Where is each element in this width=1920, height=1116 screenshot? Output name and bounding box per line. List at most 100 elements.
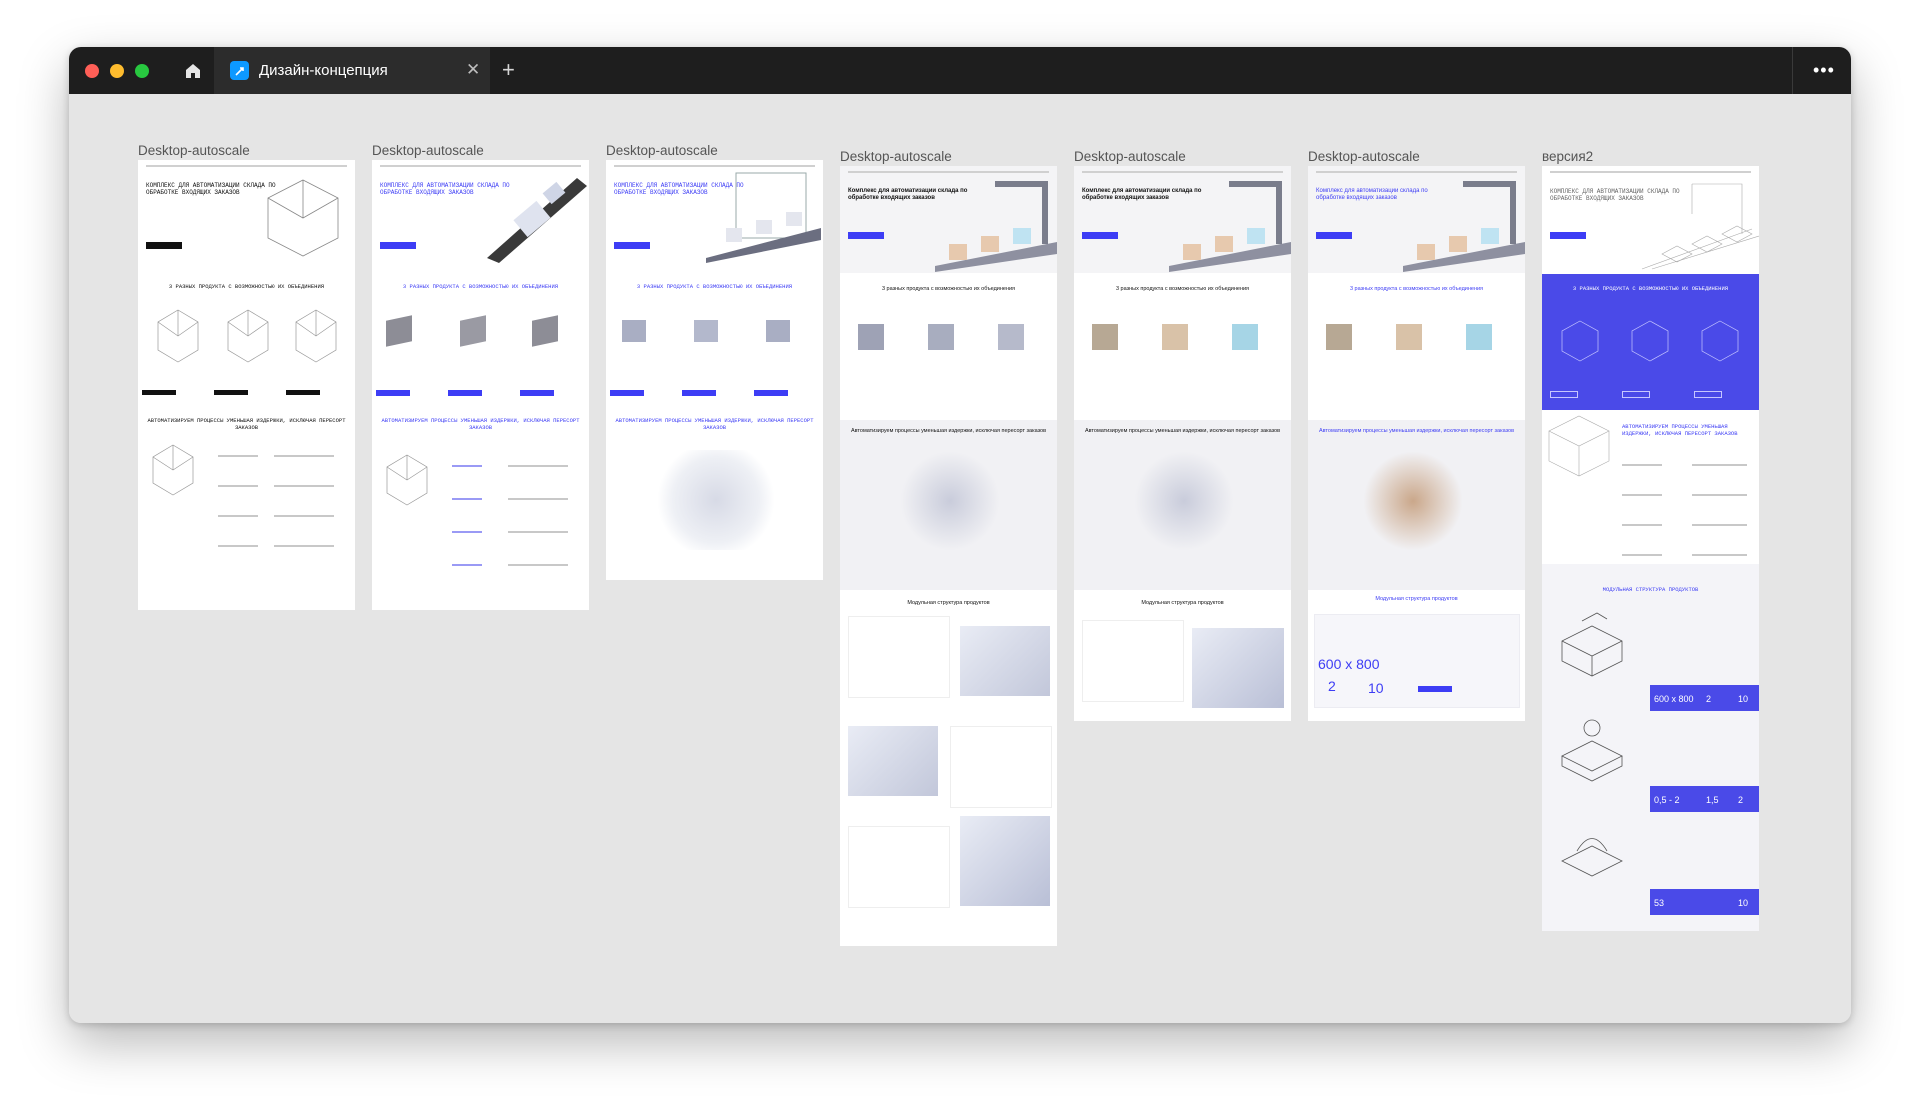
frame-desktop-4[interactable]: Комплекс для автоматизации склада по обр…: [840, 166, 1057, 946]
nav-bar: [614, 165, 815, 167]
frame-label: Desktop-autoscale: [1074, 149, 1186, 164]
product-image: [858, 324, 884, 350]
product-image: [532, 315, 558, 347]
app-window: Дизайн-концепция ✕ + ••• Desktop-autosca…: [69, 47, 1851, 1023]
frame-desktop-6[interactable]: Комплекс для автоматизации склада по обр…: [1308, 166, 1525, 721]
home-icon[interactable]: [177, 57, 209, 85]
product-image: [998, 324, 1024, 350]
frame-label: Desktop-autoscale: [138, 143, 250, 158]
stat-size: 600 x 800: [1318, 656, 1380, 672]
nav-bar: [146, 165, 347, 167]
section-title: Автоматизируем процессы уменьшая издержк…: [1318, 428, 1515, 434]
frame-label: Desktop-autoscale: [606, 143, 718, 158]
tab-design-concept[interactable]: Дизайн-концепция ✕: [214, 47, 490, 94]
packer-illustration: [1561, 838, 1623, 877]
module-card: [848, 826, 950, 908]
cta-button[interactable]: [146, 242, 182, 249]
module-card: [1082, 620, 1184, 702]
product-image: [928, 324, 954, 350]
stat-value: 10: [1738, 898, 1749, 908]
section-title: Автоматизируем процессы уменьшая издержк…: [850, 428, 1047, 434]
product-image: [848, 726, 938, 796]
product-button[interactable]: [1622, 391, 1650, 398]
title-bar: Дизайн-концепция ✕ + •••: [69, 47, 1851, 94]
product-button[interactable]: [754, 390, 788, 396]
nav-bar: [380, 165, 581, 167]
frame-desktop-2[interactable]: КОМПЛЕКС ДЛЯ АВТОМАТИЗАЦИИ СКЛАДА ПО ОБР…: [372, 160, 589, 610]
cta-button[interactable]: [1550, 232, 1586, 239]
module-card: [950, 726, 1052, 808]
product-image: [1232, 324, 1258, 350]
product-button[interactable]: [1550, 391, 1578, 398]
machine-illustration: [656, 450, 776, 550]
nav-bar: [1316, 171, 1517, 173]
frame-version-2[interactable]: КОМПЛЕКС ДЛЯ АВТОМАТИЗАЦИИ СКЛАДА ПО ОБР…: [1542, 166, 1759, 931]
stat-value: 10: [1368, 680, 1384, 696]
cta-button[interactable]: [1082, 232, 1118, 239]
minimize-window-button[interactable]: [110, 64, 124, 78]
nav-bar: [1082, 171, 1283, 173]
frame-desktop-1[interactable]: КОМПЛЕКС ДЛЯ АВТОМАТИЗАЦИИ СКЛАДА ПО ОБР…: [138, 160, 355, 610]
machine-illustration: [1363, 451, 1463, 551]
product-button[interactable]: [520, 390, 554, 396]
wire-illustration: [1641, 183, 1759, 270]
maximize-window-button[interactable]: [135, 64, 149, 78]
nav-bar: [848, 171, 1049, 173]
section-title: 3 РАЗНЫХ ПРОДУКТА С ВОЗМОЖНОСТЬЮ ИХ ОБЪЕ…: [636, 283, 793, 290]
module-button[interactable]: [1418, 686, 1452, 692]
section-title: 3 разных продукта с возможностью их объе…: [1349, 286, 1484, 292]
frame-label: Desktop-autoscale: [840, 149, 952, 164]
product-image: [694, 320, 718, 342]
product-image: [1396, 324, 1422, 350]
product-button[interactable]: [610, 390, 644, 396]
product-button[interactable]: [142, 390, 176, 395]
section-title: АВТОМАТИЗИРУЕМ ПРОЦЕССЫ УМЕНЬШАЯ ИЗДЕРЖК…: [1622, 423, 1738, 437]
products-row: [1561, 320, 1739, 362]
more-options-icon[interactable]: •••: [1813, 60, 1835, 80]
cta-button[interactable]: [380, 242, 416, 249]
frame-desktop-3[interactable]: КОМПЛЕКС ДЛЯ АВТОМАТИЗАЦИИ СКЛАДА ПО ОБР…: [606, 160, 823, 580]
product-image: [1326, 324, 1352, 350]
section-title: 3 РАЗНЫХ ПРОДУКТА С ВОЗМОЖНОСТЬЮ ИХ ОБЪЕ…: [402, 283, 559, 290]
stat-value: 53: [1654, 898, 1665, 908]
stat-value: 0,5 - 2: [1654, 795, 1680, 805]
cta-button[interactable]: [848, 232, 884, 239]
product-image: [960, 626, 1050, 696]
machine-illustration: [1134, 451, 1234, 551]
product-button[interactable]: [682, 390, 716, 396]
products-row: [157, 309, 337, 363]
product-image: [960, 816, 1050, 906]
product-button[interactable]: [376, 390, 410, 396]
cta-button[interactable]: [614, 242, 650, 249]
frame-desktop-5[interactable]: Комплекс для автоматизации склада по обр…: [1074, 166, 1291, 721]
product-button[interactable]: [448, 390, 482, 396]
wire-illustration: [1548, 415, 1610, 477]
section-title: Автоматизируем процессы уменьшая издержк…: [1084, 428, 1281, 434]
frame-label: Desktop-autoscale: [1308, 149, 1420, 164]
product-button[interactable]: [286, 390, 320, 395]
hero-title: КОМПЛЕКС ДЛЯ АВТОМАТИЗАЦИИ СКЛАДА ПО ОБР…: [146, 182, 276, 196]
section-title: 3 разных продукта с возможностью их объе…: [881, 286, 1016, 292]
warehouse-illustration: [935, 181, 1057, 272]
machine-illustration: [900, 451, 1000, 551]
product-image: [460, 315, 486, 347]
stat-value: 2: [1706, 694, 1712, 704]
section-title: АВТОМАТИЗИРУЕМ ПРОЦЕССЫ УМЕНЬШАЯ ИЗДЕРЖК…: [615, 417, 814, 431]
product-button[interactable]: [214, 390, 248, 395]
warehouse-illustration: [1403, 181, 1525, 272]
product-button[interactable]: [1694, 391, 1722, 398]
cube-illustration: [386, 454, 428, 506]
stat-value: 2: [1328, 678, 1336, 694]
frame-label: Desktop-autoscale: [372, 143, 484, 158]
close-window-button[interactable]: [85, 64, 99, 78]
cube-illustration: [267, 179, 339, 257]
section-title: Модульная структура продуктов: [1141, 600, 1224, 606]
cta-button[interactable]: [1316, 232, 1352, 239]
product-image: [766, 320, 790, 342]
new-tab-button[interactable]: +: [502, 57, 515, 83]
design-canvas[interactable]: Desktop-autoscale КОМПЛЕКС ДЛЯ АВТОМАТИЗ…: [69, 94, 1851, 1023]
titlebar-divider: [1792, 47, 1793, 94]
tab-close-icon[interactable]: ✕: [466, 60, 480, 80]
warehouse-illustration: [706, 172, 821, 263]
section-title: Модульная структура продуктов: [907, 600, 990, 606]
